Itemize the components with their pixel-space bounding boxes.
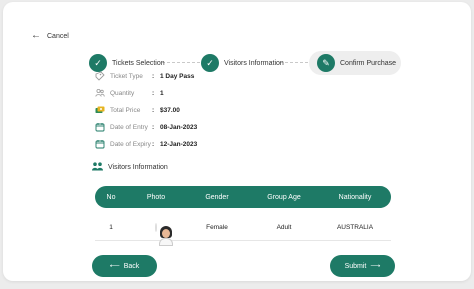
back-arrow-icon: ← xyxy=(31,30,41,41)
date-of-expiry-value: 12-Jan-2023 xyxy=(160,140,198,148)
column-header-gender: Gender xyxy=(205,193,229,201)
ticket-icon xyxy=(95,71,105,81)
money-icon xyxy=(95,105,105,115)
purchase-card: ← Cancel ✓ Tickets Selection ✓ Visitors … xyxy=(3,2,471,281)
visitors-section-title: Visitors Information xyxy=(92,162,168,173)
arrow-right-icon: ⟶ xyxy=(370,263,381,270)
quantity-value: 1 xyxy=(160,89,164,97)
table-header: No Photo Gender Group Age Nationality xyxy=(95,186,391,208)
step-label: Tickets Selection xyxy=(112,59,165,67)
visitors-title-label: Visitors Information xyxy=(108,164,168,171)
column-header-group-age: Group Age xyxy=(267,193,301,201)
pencil-icon: ✎ xyxy=(317,54,335,72)
calendar-icon xyxy=(95,122,105,132)
cell-no: 1 xyxy=(109,224,113,231)
cancel-label: Cancel xyxy=(47,32,69,40)
summary-row-ticket-type: Ticket Type : 1 Day Pass xyxy=(95,70,295,82)
arrow-left-icon: ⟵ xyxy=(109,263,120,270)
submit-button-label: Submit xyxy=(344,262,367,270)
date-of-entry-value: 08-Jan-2023 xyxy=(160,123,198,131)
summary-row-date-of-expiry: Date of Expiry : 12-Jan-2023 xyxy=(95,138,295,150)
column-header-nationality: Nationality xyxy=(338,193,372,201)
ticket-type-value: 1 Day Pass xyxy=(160,72,195,80)
step-confirm-purchase[interactable]: ✎ Confirm Purchase xyxy=(317,51,396,75)
table-row: 1 Female Adult AUSTRALIA xyxy=(95,215,391,246)
step-label: Confirm Purchase xyxy=(340,59,397,67)
back-button-label: Back xyxy=(123,262,140,270)
visitor-photo-avatar[interactable] xyxy=(155,223,173,246)
cancel-link[interactable]: ← Cancel xyxy=(31,31,69,41)
summary-row-total-price: Total Price : $37.00 xyxy=(95,104,295,116)
total-price-value: $37.00 xyxy=(160,106,180,114)
calendar-icon xyxy=(95,139,105,149)
column-header-no: No xyxy=(106,193,116,201)
cell-group-age: Adult xyxy=(276,224,292,231)
cell-gender: Female xyxy=(206,224,228,231)
people-icon xyxy=(95,88,105,98)
step-connector xyxy=(280,62,308,63)
submit-button[interactable]: Submit ⟶ xyxy=(330,255,395,277)
summary-row-quantity: Quantity : 1 xyxy=(95,87,295,99)
step-connector xyxy=(162,62,200,63)
back-button[interactable]: ⟵ Back xyxy=(92,255,157,277)
group-icon xyxy=(92,162,103,173)
column-header-photo: Photo xyxy=(146,193,166,201)
step-label: Visitors Information xyxy=(224,59,284,67)
visitors-table: No Photo Gender Group Age Nationality 1 … xyxy=(95,186,391,246)
cell-nationality: AUSTRALIA xyxy=(336,224,374,231)
summary-row-date-of-entry: Date of Entry : 08-Jan-2023 xyxy=(95,121,295,133)
